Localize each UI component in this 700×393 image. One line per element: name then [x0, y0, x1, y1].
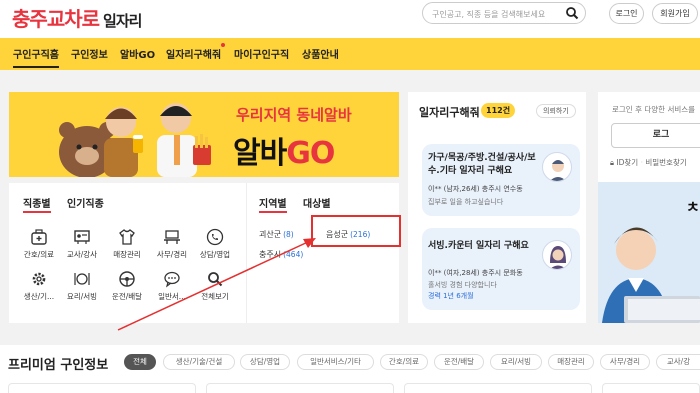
job-request-card[interactable]: 서빙.카운터 일자리 구해요 이** (여자,28세) 충주시 문화동 홀서빙 … — [422, 228, 580, 310]
job-request-title: 일자리구해줘 — [419, 106, 480, 119]
tab-popular-occupation[interactable]: 인기직종 — [67, 195, 104, 210]
filter-chip-store[interactable]: 매장관리 — [548, 354, 594, 370]
category-nursing-medical[interactable]: 간호/의료 — [16, 228, 62, 260]
card-note: 홀서빙 경험 다양합니다 — [428, 280, 497, 290]
medical-kit-icon — [31, 229, 47, 245]
find-password-link[interactable]: 비밀번호찾기 — [645, 158, 686, 167]
filter-chip-office[interactable]: 사무/경리 — [600, 354, 650, 370]
premium-job-card[interactable] — [602, 383, 700, 393]
site-header: 충주교차로일자리 로그인 회원가입 — [0, 0, 700, 38]
category-label: 요리/서빙 — [66, 292, 98, 301]
filter-chip-general-service[interactable]: 일반서비스/기타 — [297, 354, 374, 370]
premium-job-card[interactable] — [8, 383, 196, 393]
premium-section: 프리미엄 구인정보 전체 생산/기술/건설 상담/영업 일반서비스/기타 간호/… — [0, 345, 700, 393]
category-label: 교사/강사 — [66, 250, 98, 259]
filter-chip-cooking[interactable]: 요리/서빙 — [490, 354, 542, 370]
link-separator: · — [640, 158, 643, 167]
account-links: 🔒︎ ID찾기 · 비밀번호찾기 — [610, 157, 687, 168]
teacher-board-icon — [74, 230, 90, 244]
filter-chip-production[interactable]: 생산/기술/건설 — [163, 354, 235, 370]
premium-job-card[interactable] — [404, 383, 592, 393]
ad-partial-text: ㅊ — [686, 198, 700, 216]
nav-item-albago[interactable]: 알바GO — [120, 46, 155, 61]
card-note: 집부로 일을 하고싶습니다 — [428, 197, 503, 207]
lock-icon: 🔒︎ — [610, 158, 614, 167]
login-button[interactable]: 로그인 — [609, 3, 644, 24]
site-logo[interactable]: 충주교차로 일자리 — [12, 3, 142, 32]
logo-accent-text: 교차로 — [46, 7, 100, 31]
category-production[interactable]: 생산/기... — [16, 270, 62, 302]
category-label: 생산/기... — [23, 292, 55, 301]
search-input[interactable] — [432, 7, 560, 21]
avatar — [542, 240, 572, 270]
category-cooking-serving[interactable]: 요리/서빙 — [59, 270, 105, 302]
card-title: 서빙.카운터 일자리 구해요 — [428, 241, 529, 251]
card-note-text: 집부로 일을 하고싶습니다 — [428, 198, 504, 206]
filter-chip-sales[interactable]: 상담/영업 — [240, 354, 290, 370]
banner-title-accent: GO — [286, 136, 335, 171]
banner-title-main: 알바 — [233, 136, 287, 171]
nav-item-find-me-job[interactable]: 일자리구해줘 — [166, 46, 221, 61]
tab-by-occupation[interactable]: 직종별 — [23, 195, 51, 213]
banner-tagline: 우리지역 동네알바 — [236, 106, 352, 124]
nav-item-products[interactable]: 상품안내 — [302, 46, 339, 61]
category-label: 간호/의료 — [23, 250, 55, 259]
find-id-link[interactable]: ID찾기 — [616, 158, 638, 167]
ad-illustration — [602, 227, 700, 323]
banner-illustration — [59, 103, 211, 177]
logo-sub-text: 일자리 — [103, 12, 142, 30]
login-panel: 로그인 후 다양한 서비스를 로그 🔒︎ ID찾기 · 비밀번호찾기 — [598, 92, 700, 182]
panel-login-button[interactable]: 로그 — [611, 123, 700, 148]
albago-banner[interactable]: 우리지역 동네알바 알바GO — [9, 92, 399, 177]
filter-chip-teacher[interactable]: 교사/강 — [656, 354, 700, 370]
search-box — [422, 2, 586, 24]
card-experience-text: 경력 1년 6개월 — [428, 292, 474, 300]
card-note-text: 홀서빙 경험 다양합니다 — [428, 281, 497, 289]
annotation-arrow — [117, 238, 316, 331]
card-meta: 이** (여자,28세) 충주시 문화동 — [428, 269, 523, 277]
logo-main-text: 충주 — [12, 7, 48, 31]
filter-chip-delivery[interactable]: 운전/배달 — [434, 354, 484, 370]
female-avatar-icon — [550, 246, 566, 269]
tab-by-target[interactable]: 대상별 — [303, 195, 331, 210]
signup-button[interactable]: 회원가입 — [652, 3, 698, 24]
job-request-count-badge: 112건 — [481, 103, 516, 118]
search-icon[interactable] — [565, 6, 579, 20]
side-ad-banner[interactable]: ㅊ — [598, 182, 700, 323]
card-experience: 경력 1년 6개월 — [428, 291, 474, 301]
premium-job-card[interactable] — [206, 383, 394, 393]
category-teacher-instructor[interactable]: 교사/강사 — [59, 228, 105, 260]
nav-item-job-info[interactable]: 구인정보 — [71, 46, 108, 61]
main-nav: 구인구직홈 구인정보 알바GO 일자리구해줘 마이구인구직 상품안내 — [0, 38, 700, 70]
nav-item-my-jobs[interactable]: 마이구인구직 — [234, 46, 289, 61]
job-request-panel: 일자리구해줘 112건 의뢰하기 가구/목공/주방.건설/공사/보수.기타 일자… — [408, 92, 586, 323]
card-meta: 이** (남자,26세) 충주시 연수동 — [428, 185, 523, 193]
card-title: 가구/목공/주방.건설/공사/보수.기타 일자리 구해요 — [428, 153, 536, 176]
tab-by-region[interactable]: 지역별 — [259, 195, 287, 213]
banner-title: 알바GO — [233, 128, 335, 172]
filter-chip-medical[interactable]: 간호/의료 — [380, 354, 428, 370]
request-button[interactable]: 의뢰하기 — [536, 104, 576, 118]
male-avatar-icon — [549, 160, 567, 181]
new-indicator-dot — [221, 43, 225, 47]
login-description: 로그인 후 다양한 서비스를 — [612, 105, 696, 114]
nav-item-jobs-home[interactable]: 구인구직홈 — [13, 46, 59, 68]
filter-chip-all[interactable]: 전체 — [124, 354, 156, 370]
dish-icon — [74, 273, 90, 285]
premium-title: 프리미엄 구인정보 — [8, 358, 109, 373]
job-request-card[interactable]: 가구/목공/주방.건설/공사/보수.기타 일자리 구해요 이** (남자,26세… — [422, 144, 580, 216]
gear-icon — [32, 272, 46, 286]
avatar — [542, 152, 572, 182]
